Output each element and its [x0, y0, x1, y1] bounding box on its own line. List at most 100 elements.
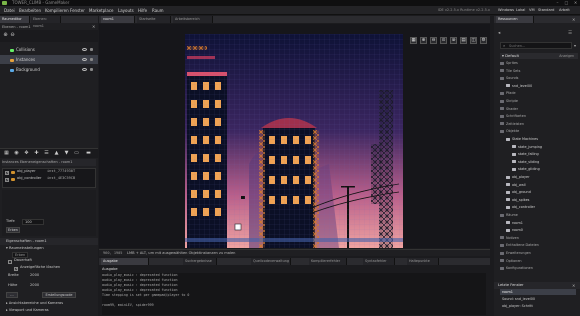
resource-tree-item[interactable]: Shader: [500, 106, 518, 114]
resource-tree-item[interactable]: Zeitleisten: [500, 121, 524, 129]
resource-search[interactable]: ⌕ Suchen...: [500, 42, 572, 49]
resource-tree-item[interactable]: Konfigurationen: [500, 265, 533, 273]
layout-windows[interactable]: Windows: [498, 6, 514, 15]
room-editor-canvas[interactable]: [99, 24, 490, 248]
visibility-eye-icon[interactable]: [82, 68, 87, 71]
zoom-in-icon[interactable]: ⊕: [420, 37, 427, 44]
tab-search-results[interactable]: Suchergebnisse: [183, 258, 217, 265]
tab-breakpoints[interactable]: Haltepunkte: [407, 258, 439, 265]
settings-icon[interactable]: ⚙: [480, 37, 487, 44]
grid-toggle-icon[interactable]: ▦: [410, 37, 417, 44]
snap-icon[interactable]: ▤: [460, 37, 467, 44]
resource-tree-item[interactable]: state_jumping: [512, 144, 542, 152]
add-instance-layer-icon[interactable]: ◉: [14, 151, 19, 156]
layout-lokal[interactable]: Lokal: [516, 6, 525, 15]
parent-button[interactable]: Erben: [6, 227, 20, 233]
views-icon[interactable]: ◫: [470, 37, 477, 44]
resource-tree-item[interactable]: Sprites: [500, 60, 518, 68]
tab-startseite[interactable]: Startseite: [137, 16, 171, 23]
depth-field[interactable]: 100: [22, 219, 44, 225]
resource-tree-item[interactable]: Schriftarten: [500, 113, 526, 121]
menu-datei[interactable]: Datei: [4, 6, 15, 15]
height-value[interactable]: 2000: [30, 283, 39, 288]
viewports-row[interactable]: ▸ Ansichtsbereiche und Kameras: [6, 300, 96, 306]
tab-output[interactable]: Ausgabe: [101, 258, 149, 265]
group-default[interactable]: ▾ Default Anzeigen: [500, 53, 578, 59]
add-asset-layer-icon[interactable]: ☰: [44, 151, 49, 156]
visibility-eye-icon[interactable]: [82, 58, 87, 61]
resource-tree-item[interactable]: room1: [506, 220, 523, 228]
tab-layers[interactable]: Ebenen: room1: [31, 16, 61, 28]
resource-tree-item[interactable]: obj_ground: [506, 189, 531, 197]
persistent-checkbox[interactable]: [8, 260, 12, 264]
add-path-layer-icon[interactable]: ✚: [34, 151, 39, 156]
instance-visible-checkbox[interactable]: ✓: [5, 171, 9, 175]
resource-tree-item[interactable]: Sounds: [500, 75, 518, 83]
resource-tree-item[interactable]: obj_wall: [506, 182, 526, 190]
resource-tree-item[interactable]: obj_controller: [506, 204, 535, 212]
creation-code-button[interactable]: Erstellungscode: [42, 292, 76, 298]
resource-tree-item[interactable]: Räume: [500, 212, 518, 220]
recent-window-item[interactable]: obj_player: Schritt: [500, 303, 576, 309]
recent-close-icon[interactable]: ✕: [572, 283, 575, 288]
tab-room1[interactable]: room1: [101, 16, 135, 23]
resource-tree-item[interactable]: Objekte: [500, 128, 519, 136]
add-tile-layer-icon[interactable]: ✥: [24, 151, 29, 156]
menu-fenster[interactable]: Fenster: [70, 6, 85, 15]
resource-tree-item[interactable]: obj_player: [506, 174, 530, 182]
resource-tree-item[interactable]: Skripte: [500, 98, 518, 106]
add-layer-icon[interactable]: ▦: [4, 151, 9, 156]
resource-tree-item[interactable]: State Machines: [506, 136, 538, 144]
resource-tree-item[interactable]: state_falling: [512, 151, 539, 159]
menu-layouts[interactable]: Layouts: [118, 6, 134, 15]
resource-tree-item[interactable]: Pfade: [500, 90, 516, 98]
resource-tree-item[interactable]: state_gliding: [512, 166, 540, 174]
width-value[interactable]: 2000: [30, 273, 39, 278]
tab-room-editor[interactable]: Raumeditor: [0, 16, 30, 23]
move-down-icon[interactable]: ▼: [64, 151, 69, 156]
delete-layer-icon[interactable]: ⊖: [10, 33, 15, 38]
instance-visible-checkbox[interactable]: ✓: [5, 178, 9, 182]
menu-raum[interactable]: Raum: [152, 6, 164, 15]
resource-tree-item[interactable]: Erweiterungen: [500, 250, 531, 258]
resource-tree-item[interactable]: room0: [506, 227, 523, 235]
resource-menu-icon[interactable]: ☰: [568, 31, 572, 36]
resource-tree-item[interactable]: Optionen: [500, 258, 522, 266]
resource-tree-item[interactable]: Tile Sets: [500, 68, 520, 76]
zoom-out-icon[interactable]: ⊖: [430, 37, 437, 44]
clear-display-checkbox[interactable]: ✓: [14, 267, 18, 271]
new-layer-icon[interactable]: ⊕: [3, 33, 8, 38]
instance-name[interactable]: obj_controller: [17, 176, 41, 181]
resources-close-icon[interactable]: ✕: [572, 17, 575, 22]
lock-icon[interactable]: [90, 58, 93, 61]
viewports-cameras-row[interactable]: ▸ Viewport und Kameras: [6, 307, 96, 313]
recent-window-item[interactable]: room1: [500, 289, 576, 295]
layout-arbeit[interactable]: Arbeit: [559, 6, 570, 15]
layout-vm[interactable]: VM: [529, 6, 535, 15]
resource-tree-item[interactable]: Enthaltene Dateien: [500, 242, 539, 250]
folder-icon[interactable]: ▭: [74, 151, 79, 156]
tab-source-control[interactable]: Quellcodeverwaltung: [251, 258, 291, 265]
lock-icon[interactable]: [90, 68, 93, 71]
resource-tree-item[interactable]: snd_level00: [506, 83, 532, 91]
resource-tree-item[interactable]: obj_spikes: [506, 197, 529, 205]
tab-resources[interactable]: Ressourcen: [496, 16, 534, 23]
lock-icon[interactable]: [90, 48, 93, 51]
resource-tree-item[interactable]: state_sliding: [512, 159, 539, 167]
center-view-icon[interactable]: ⊚: [450, 37, 457, 44]
output-log[interactable]: audio_play_music : deprecated function a…: [102, 273, 486, 315]
tab-workspace[interactable]: Arbeitsbereich: [173, 16, 213, 23]
collapse-icon[interactable]: ◂: [498, 31, 500, 36]
filter-icon[interactable]: ▾: [574, 43, 576, 48]
layout-standard[interactable]: Standard: [538, 6, 554, 15]
tab-compiler-errors[interactable]: Kompiliererfehler: [309, 258, 347, 265]
layers-close-icon[interactable]: ✕: [92, 24, 97, 29]
recent-window-item[interactable]: Sound: snd_level00: [500, 296, 576, 302]
cancel-small-button[interactable]: …: [6, 292, 18, 298]
menu-marketplace[interactable]: Marketplace: [89, 6, 114, 15]
trash-icon[interactable]: ▬: [86, 151, 91, 156]
resource-tree-item[interactable]: Notizen: [500, 235, 519, 243]
menu-bearbeiten[interactable]: Bearbeiten: [19, 6, 41, 15]
move-up-icon[interactable]: ▲: [54, 151, 59, 156]
menu-kompilieren[interactable]: Kompilieren: [45, 6, 69, 15]
